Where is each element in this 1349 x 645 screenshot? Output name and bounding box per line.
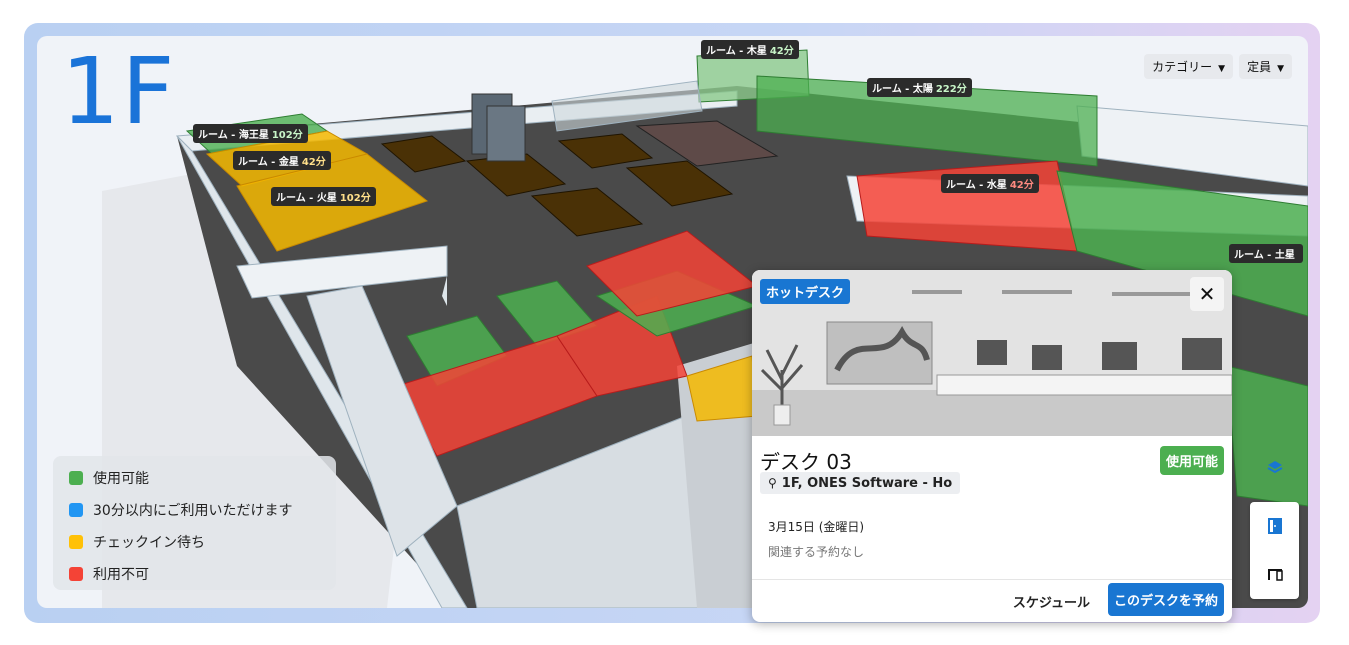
filter-toolbar: カテゴリー ▼ 定員 ▼ [1144, 54, 1292, 79]
reserve-desk-button[interactable]: このデスクを予約 [1107, 583, 1224, 616]
legend-swatch [69, 567, 83, 581]
desk-type-badge: ホットデスク [760, 279, 851, 304]
room-label-saturn[interactable]: ルーム - 土星 [1229, 244, 1303, 263]
room-label-mercury[interactable]: ルーム - 水星 42分 [941, 174, 1039, 193]
room-label-neptune[interactable]: ルーム - 海王星 102分 [193, 124, 308, 143]
room-name: ルーム - 金星 [238, 157, 299, 168]
desk-title: デスク 03 [760, 450, 852, 474]
close-icon: ✕ [1198, 282, 1216, 306]
floor-title: 1F [61, 38, 177, 145]
room-name: ルーム - 海王星 [198, 130, 269, 141]
room-label-sun[interactable]: ルーム - 太陽 222分 [867, 78, 972, 97]
room-name: ルーム - 太陽 [872, 84, 933, 95]
legend-item: 利用不可 [69, 558, 336, 590]
view-toggle-group [1250, 502, 1299, 599]
capacity-dropdown-label: 定員 [1247, 60, 1272, 74]
capacity-dropdown[interactable]: 定員 ▼ [1239, 54, 1292, 79]
room-name: ルーム - 水星 [946, 180, 1007, 191]
room-label-venus[interactable]: ルーム - 金星 42分 [233, 151, 331, 170]
legend-item: 30分以内にご利用いただけます [69, 494, 336, 526]
legend-label: 30分以内にご利用いただけます [93, 503, 293, 519]
room-label-mars[interactable]: ルーム - 火星 102分 [271, 187, 376, 206]
room-label-jupiter[interactable]: ルーム - 木星 42分 [701, 40, 799, 59]
desk-detail-card: ホットデスク ✕ デスク 03 使用可能 ⚲ 1F, ONES Software… [752, 270, 1232, 622]
room-time: 102分 [339, 193, 371, 204]
selected-date: 3月15日 (金曜日) [768, 520, 865, 534]
status-legend: 使用可能 30分以内にご利用いただけます チェックイン待ち 利用不可 [53, 456, 336, 590]
room-time: 222分 [935, 84, 967, 95]
desk-photo: ホットデスク ✕ [752, 270, 1232, 436]
legend-item: 使用可能 [69, 462, 336, 494]
card-footer: スケジュール このデスクを予約 [752, 579, 1232, 622]
category-dropdown-label: カテゴリー [1152, 60, 1213, 74]
status-badge: 使用可能 [1159, 446, 1224, 475]
location-pin-icon: ⚲ [768, 476, 777, 490]
desk-icon [1267, 569, 1283, 581]
room-icon [1267, 518, 1282, 534]
location-text: 1F, ONES Software - Ho [781, 475, 953, 491]
desk-location: ⚲ 1F, ONES Software - Ho [760, 472, 960, 494]
room-time: 42分 [301, 157, 326, 168]
legend-item: チェックイン待ち [69, 526, 336, 558]
category-dropdown[interactable]: カテゴリー ▼ [1144, 54, 1234, 79]
legend-swatch [69, 535, 83, 549]
room-name: ルーム - 木星 [706, 46, 767, 57]
legend-label: 使用可能 [93, 471, 149, 487]
layers-icon [1267, 461, 1282, 474]
chevron-down-icon: ▼ [1277, 64, 1284, 74]
chevron-down-icon: ▼ [1218, 64, 1226, 74]
room-name: ルーム - 土星 [1234, 250, 1295, 261]
legend-swatch [69, 503, 83, 517]
room-time: 42分 [769, 46, 794, 57]
legend-label: 利用不可 [93, 567, 149, 583]
legend-swatch [69, 471, 83, 485]
schedule-button[interactable]: スケジュール [1013, 592, 1090, 611]
room-view-button[interactable] [1250, 502, 1299, 550]
legend-label: チェックイン待ち [93, 535, 205, 551]
close-button[interactable]: ✕ [1190, 277, 1224, 311]
room-time: 102分 [271, 130, 303, 141]
reservation-status: 関連する予約なし [768, 545, 865, 559]
room-time: 42分 [1009, 180, 1034, 191]
room-name: ルーム - 火星 [276, 193, 337, 204]
layers-button[interactable] [1250, 444, 1299, 492]
desk-view-button[interactable] [1250, 550, 1299, 598]
